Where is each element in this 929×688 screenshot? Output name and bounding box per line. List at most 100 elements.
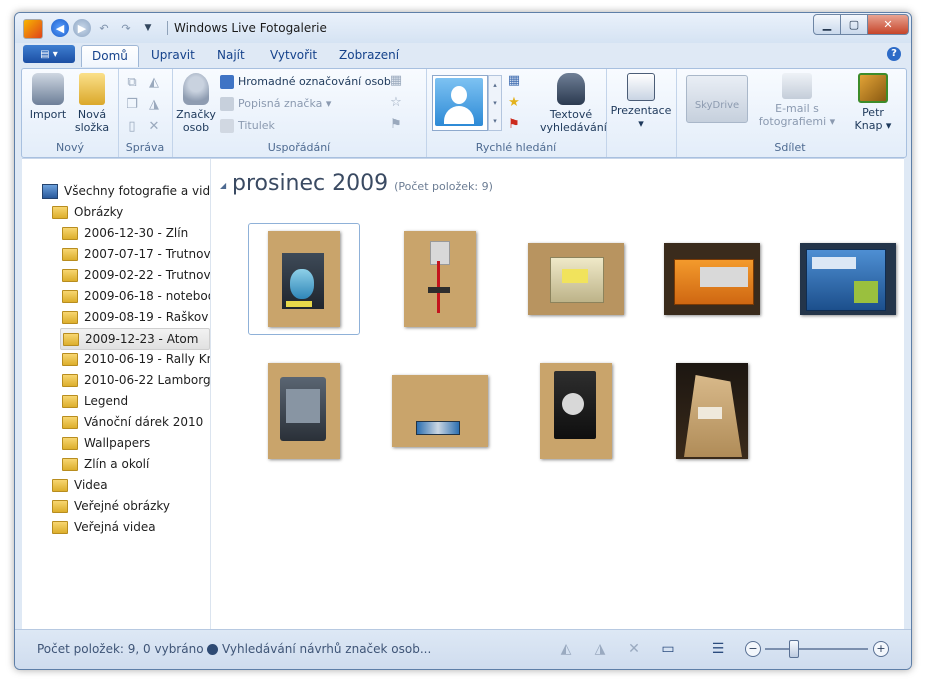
people-tags-button[interactable]: Značky osob [176, 73, 216, 134]
status-bar: Počet položek: 9, 0 vybráno Vyhledávání … [15, 629, 911, 669]
tab-domu[interactable]: Domů [81, 45, 139, 67]
nav-pictures[interactable]: Obrázky [52, 202, 123, 222]
minimize-button[interactable]: ▁ [813, 14, 841, 35]
nav-folder-item[interactable]: 2009-06-18 - notebook [62, 286, 211, 306]
rotate-left-icon[interactable]: ◭ [557, 640, 575, 658]
nav-folder-item[interactable]: 2009-12-23 - Atom [60, 328, 210, 350]
nav-public-videos[interactable]: Veřejná videa [52, 517, 156, 537]
clock-icon [207, 644, 218, 655]
date-group-header[interactable]: prosinec 2009 (Počet položek: 9) [232, 171, 493, 196]
navigation-pane: Všechny fotografie a videa Obrázky 2006-… [22, 159, 211, 629]
person-icon [183, 73, 209, 105]
copy-icon[interactable]: ⧉ [124, 75, 140, 91]
delete-icon[interactable]: ✕ [625, 640, 643, 658]
email-photos-button[interactable]: E-mail s fotografiemi ▾ [754, 73, 840, 128]
group-count: (Počet položek: 9) [394, 180, 493, 193]
rating-star-icon[interactable]: ☆ [388, 95, 404, 111]
zoom-in-button[interactable]: + [873, 641, 889, 657]
zoom-slider-track[interactable] [765, 648, 868, 650]
photo-thumbnail-5[interactable] [792, 223, 904, 335]
tab-najit[interactable]: Najít [207, 45, 255, 66]
tab-zobrazeni[interactable]: Zobrazení [329, 45, 409, 66]
details-view-icon[interactable]: ☰ [709, 640, 727, 658]
app-menu-button[interactable]: ▤ ▾ [23, 45, 75, 63]
zoom-slider-thumb[interactable] [789, 640, 799, 658]
photo-thumbnail-4[interactable] [656, 223, 768, 335]
nav-folder-item[interactable]: 2010-06-22 Lamborghini [62, 370, 210, 390]
undo-icon[interactable]: ↶ [95, 19, 113, 37]
help-icon[interactable]: ? [887, 47, 901, 61]
people-filter-gallery[interactable] [432, 75, 488, 131]
photo-thumbnail-3[interactable] [520, 223, 632, 335]
app-window: ◀ ▶ ↶ ↷ ▼ Windows Live Fotogalerie ▁ ▢ ✕… [14, 12, 912, 670]
nav-folder-item[interactable]: 2006-12-30 - Zlín [62, 223, 188, 243]
slideshow-icon[interactable]: ▭ [659, 640, 677, 658]
photo-thumbnail-2[interactable] [384, 223, 496, 335]
rotate-right-icon[interactable]: ◮ [591, 640, 609, 658]
group-novy: Import Nová složka Nový [22, 69, 119, 157]
batch-people-tag-button[interactable]: Hromadné označování osob [220, 73, 391, 91]
group-label-usporadani: Uspořádání [267, 141, 331, 154]
zoom-out-button[interactable]: − [745, 641, 761, 657]
folder-icon [62, 227, 78, 240]
nav-folder-item[interactable]: Zlín a okolí [62, 454, 149, 474]
group-usporadani: Značky osob Hromadné označování osob Pop… [172, 69, 427, 157]
forward-arrow-icon[interactable]: ▶ [73, 19, 91, 37]
photo-thumbnail-6[interactable] [248, 355, 360, 467]
photo-thumbnail-7[interactable] [384, 355, 496, 467]
nav-folder-item[interactable]: Vánoční dárek 2010 [62, 412, 203, 432]
descriptive-tag-button[interactable]: Popisná značka ▾ [220, 95, 331, 113]
import-button[interactable]: Import [26, 73, 70, 121]
folder-label: 2009-06-18 - notebook [84, 289, 211, 303]
rating-filter-icon[interactable]: ★ [506, 95, 522, 111]
rotate-right-icon[interactable]: ◮ [146, 97, 162, 113]
flag-icon[interactable]: ⚑ [388, 117, 404, 133]
slideshow-button[interactable]: Prezentace ▾ [610, 73, 672, 130]
photo-gallery-app-icon[interactable] [23, 19, 43, 39]
clipboard-icon[interactable]: ▯ [124, 119, 140, 135]
folder-icon [62, 395, 78, 408]
nav-all-photos[interactable]: Všechny fotografie a videa [42, 181, 210, 201]
folder-label: Legend [84, 394, 129, 408]
paste-icon[interactable]: ❐ [124, 97, 140, 113]
collapse-group-icon[interactable]: ◢ [220, 181, 226, 190]
video-folder-icon [52, 479, 68, 492]
tab-upravit[interactable]: Upravit [141, 45, 205, 66]
geotag-icon[interactable]: ▦ [388, 73, 404, 89]
content-area: Všechny fotografie a videa Obrázky 2006-… [22, 158, 904, 629]
photo-thumbnail-8[interactable] [520, 355, 632, 467]
new-folder-button[interactable]: Nová složka [70, 73, 114, 134]
nav-folder-item[interactable]: 2009-02-22 - Trutnov [62, 265, 211, 285]
close-button[interactable]: ✕ [867, 14, 909, 35]
caption-button[interactable]: Titulek [220, 117, 275, 135]
calendar-filter-icon[interactable]: ▦ [506, 73, 522, 89]
delete-icon[interactable]: ✕ [146, 119, 162, 135]
folder-label: 2009-02-22 - Trutnov [84, 268, 211, 282]
rotate-left-icon[interactable]: ◭ [146, 75, 162, 91]
group-label-sdilet: Sdílet [774, 141, 806, 154]
gallery-scroll-bar[interactable]: ▴ ▾ ▾ [488, 75, 502, 131]
quick-access-dropdown-icon[interactable]: ▼ [139, 19, 157, 37]
nav-public-pictures[interactable]: Veřejné obrázky [52, 496, 170, 516]
nav-videos[interactable]: Videa [52, 475, 108, 495]
group-label-novy: Nový [56, 141, 84, 154]
folder-icon [62, 269, 78, 282]
photo-thumbnail-9[interactable] [656, 355, 768, 467]
folder-icon [62, 374, 78, 387]
maximize-button[interactable]: ▢ [840, 14, 868, 35]
folder-label: 2010-06-19 - Rally Krko [84, 352, 211, 366]
nav-folder-item[interactable]: 2010-06-19 - Rally Krko [62, 349, 211, 369]
flag-filter-icon[interactable]: ⚑ [506, 117, 522, 133]
text-search-button[interactable]: Textové vyhledávání [540, 73, 607, 134]
nav-folder-item[interactable]: Wallpapers [62, 433, 150, 453]
nav-folder-item[interactable]: Legend [62, 391, 128, 411]
skydrive-button[interactable]: SkyDrive [684, 75, 750, 123]
nav-folder-item[interactable]: 2009-08-19 - Raškov [62, 307, 208, 327]
photo-thumbnail-1[interactable] [248, 223, 360, 335]
nav-folder-item[interactable]: 2007-07-17 - Trutnov [62, 244, 210, 264]
redo-icon[interactable]: ↷ [117, 19, 135, 37]
user-account-button[interactable]: Petr Knap ▾ [850, 73, 896, 132]
group-rychle-hledani: ▴ ▾ ▾ ▦ ★ ⚑ Textové vyhledávání Rychlé hle… [426, 69, 607, 157]
tab-vytvorit[interactable]: Vytvořit [260, 45, 327, 66]
back-arrow-icon[interactable]: ◀ [51, 19, 69, 37]
